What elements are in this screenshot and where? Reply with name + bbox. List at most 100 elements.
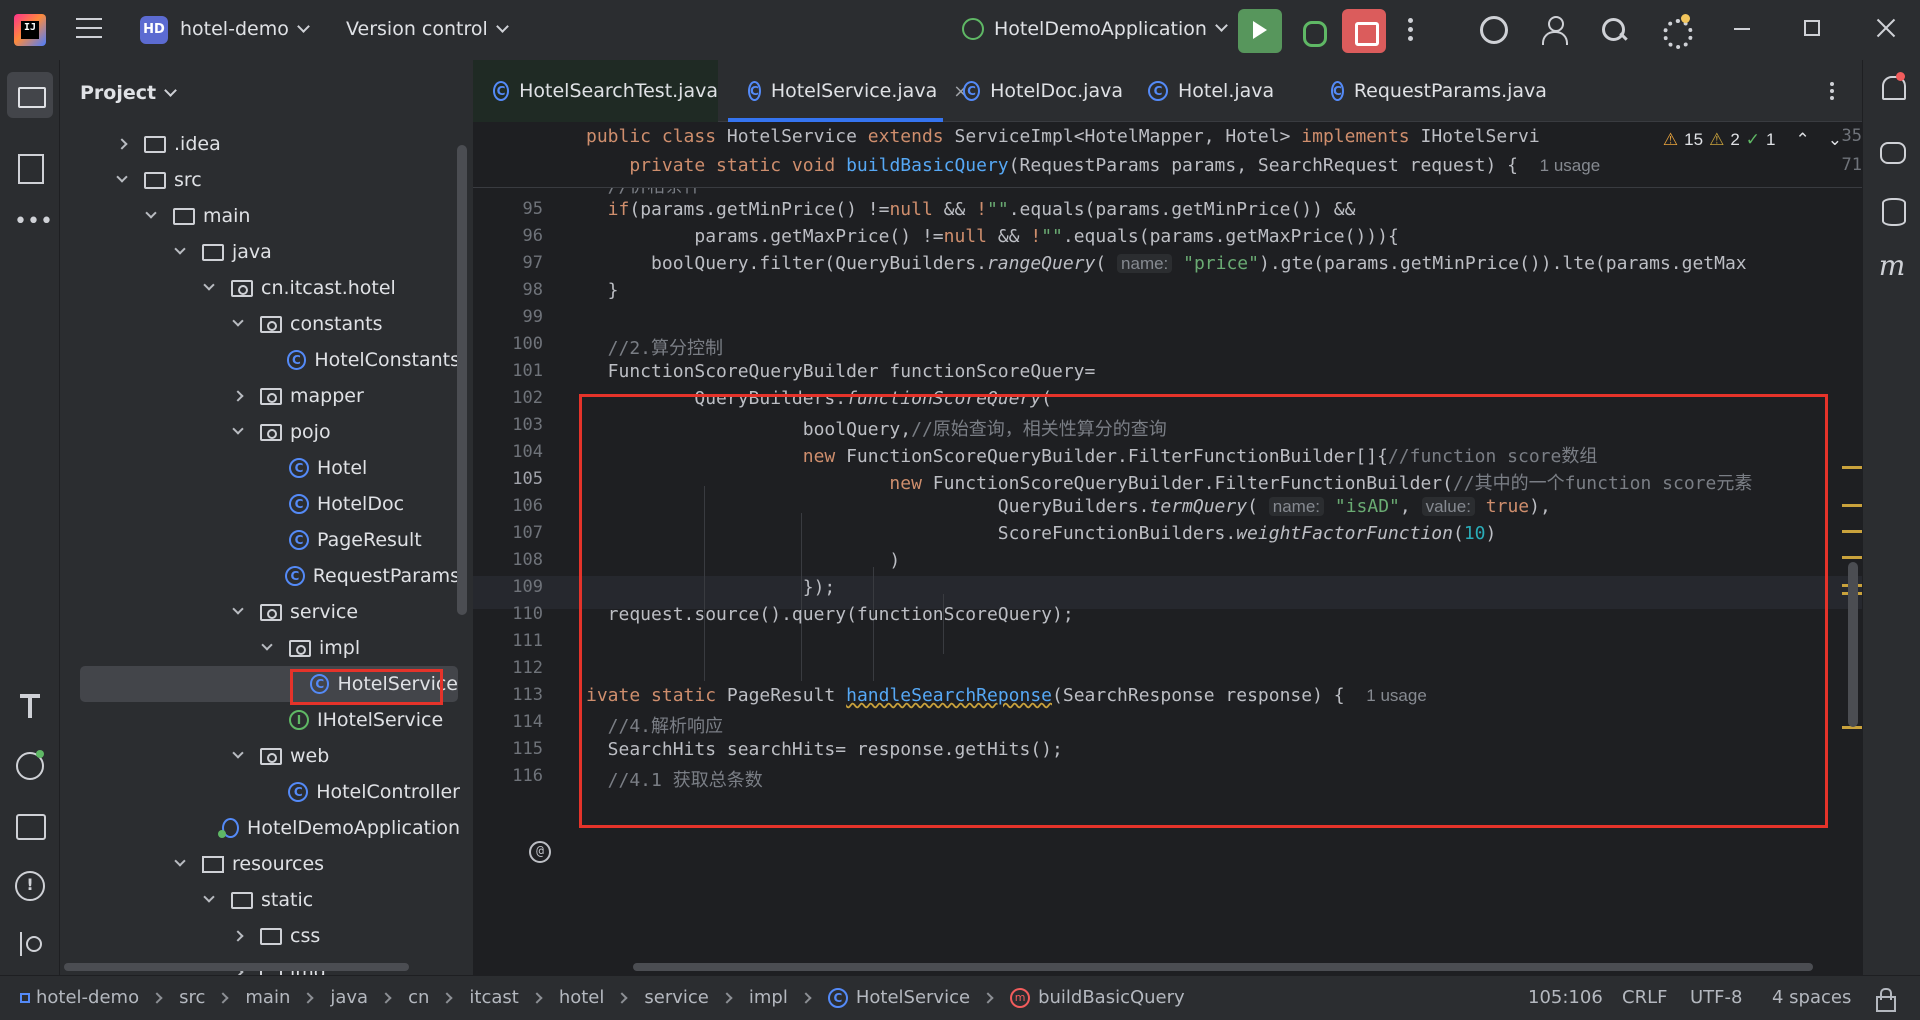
- ai-assistant-icon[interactable]: [1480, 16, 1508, 44]
- scroll-marker[interactable]: [1842, 530, 1862, 533]
- scroll-marker[interactable]: [1842, 466, 1862, 469]
- debug-button[interactable]: [1290, 9, 1334, 53]
- tree-item[interactable]: I IHotelService: [60, 702, 460, 738]
- minimize-window-button[interactable]: [1734, 28, 1750, 30]
- version-control-menu[interactable]: Version control: [346, 18, 509, 40]
- breadcrumb-item[interactable]: java: [330, 987, 368, 1008]
- project-badge[interactable]: HD: [140, 16, 168, 44]
- search-icon[interactable]: [1600, 16, 1628, 44]
- project-tree-scrollbar[interactable]: [457, 145, 467, 615]
- breadcrumb-item[interactable]: impl: [749, 987, 788, 1008]
- lock-icon[interactable]: [1874, 988, 1896, 1012]
- close-window-button[interactable]: [1874, 16, 1898, 40]
- tree-item[interactable]: C Hotel: [60, 450, 460, 486]
- editor-tab[interactable]: C Hotel.java: [1128, 60, 1308, 122]
- editor-tab[interactable]: C HotelService.java ×: [728, 60, 968, 122]
- project-selector[interactable]: hotel-demo: [180, 18, 310, 40]
- chevron-right-icon[interactable]: [116, 138, 128, 150]
- tab-actions-icon[interactable]: [1830, 82, 1834, 103]
- tree-item[interactable]: src: [60, 162, 460, 198]
- tree-item[interactable]: C HotelDoc: [60, 486, 460, 522]
- tree-item[interactable]: impl: [60, 630, 460, 666]
- chevron-down-icon[interactable]: [203, 279, 215, 291]
- tree-item[interactable]: static: [60, 882, 460, 918]
- more-actions-icon[interactable]: [1408, 18, 1414, 45]
- sticky-code-line[interactable]: private static void buildBasicQuery(Requ…: [586, 155, 1600, 188]
- breadcrumb-item[interactable]: cn: [408, 987, 429, 1008]
- run-configuration-selector[interactable]: HotelDemoApplication: [962, 18, 1228, 40]
- caret-position[interactable]: 105:106: [1528, 987, 1603, 1008]
- notifications-bell-icon[interactable]: [1878, 72, 1906, 100]
- breadcrumb-item[interactable]: hotel: [559, 987, 605, 1008]
- chevron-down-icon[interactable]: [174, 243, 186, 255]
- breadcrumb-item[interactable]: src: [179, 987, 205, 1008]
- annotation-at-icon[interactable]: @: [529, 841, 551, 863]
- scroll-marker[interactable]: [1842, 504, 1862, 507]
- tree-item[interactable]: pojo: [60, 414, 460, 450]
- main-menu-icon[interactable]: [76, 18, 102, 40]
- services-tool-icon[interactable]: [14, 750, 46, 782]
- tree-item[interactable]: C PageResult: [60, 522, 460, 558]
- project-panel-header[interactable]: Project: [80, 82, 177, 104]
- restore-window-button[interactable]: [1804, 20, 1820, 36]
- database-icon[interactable]: [1878, 196, 1906, 226]
- tree-item[interactable]: service: [60, 594, 460, 630]
- project-tool-icon[interactable]: [7, 72, 53, 118]
- editor-vertical-scrollbar[interactable]: [1848, 562, 1858, 727]
- chevron-down-icon[interactable]: [232, 747, 244, 759]
- chevron-down-icon[interactable]: [174, 855, 186, 867]
- tree-item[interactable]: C RequestParams: [60, 558, 460, 594]
- chevron-right-icon[interactable]: [232, 390, 244, 402]
- editor-horizontal-scrollbar[interactable]: [633, 963, 1813, 971]
- line-separator[interactable]: CRLF: [1622, 987, 1667, 1008]
- tree-item[interactable]: resources: [60, 846, 460, 882]
- tree-item[interactable]: constants: [60, 306, 460, 342]
- chevron-down-icon[interactable]: [232, 423, 244, 435]
- chevron-down-icon[interactable]: [145, 207, 157, 219]
- next-highlight-icon[interactable]: ⌄: [1828, 130, 1842, 150]
- ai-chat-icon[interactable]: [1878, 138, 1906, 166]
- maven-icon[interactable]: m: [1878, 252, 1906, 280]
- chevron-right-icon[interactable]: [232, 930, 244, 942]
- build-tool-icon[interactable]: [14, 690, 46, 722]
- file-encoding[interactable]: UTF-8: [1690, 987, 1742, 1008]
- scroll-marker[interactable]: [1842, 556, 1862, 559]
- tree-item[interactable]: cn.itcast.hotel: [60, 270, 460, 306]
- breadcrumb-item[interactable]: service: [644, 987, 708, 1008]
- problems-tool-icon[interactable]: [14, 870, 46, 902]
- editor-tab[interactable]: C RequestParams.java: [1311, 60, 1547, 122]
- tree-item[interactable]: HotelDemoApplication: [60, 810, 460, 846]
- breadcrumb-item[interactable]: itcast: [469, 987, 518, 1008]
- project-tree-horizontal-scrollbar[interactable]: [64, 963, 409, 971]
- chevron-down-icon[interactable]: [261, 639, 273, 651]
- terminal-tool-icon[interactable]: [14, 810, 46, 842]
- chevron-down-icon[interactable]: [116, 171, 128, 183]
- tree-item[interactable]: mapper: [60, 378, 460, 414]
- tree-item[interactable]: C HotelController: [60, 774, 460, 810]
- stop-button[interactable]: [1342, 9, 1386, 53]
- editor-tab[interactable]: C HotelSearchTest.java: [473, 60, 718, 122]
- breadcrumb-item[interactable]: HotelService: [856, 987, 970, 1008]
- tree-item[interactable]: main: [60, 198, 460, 234]
- tree-item[interactable]: css: [60, 918, 460, 954]
- chevron-down-icon[interactable]: [232, 603, 244, 615]
- inspection-widget[interactable]: ⚠ 15 ⚠ 2 ✓ 1 ⌃ ⌄: [1663, 130, 1842, 150]
- tree-item[interactable]: C HotelConstants: [60, 342, 460, 378]
- chevron-down-icon[interactable]: [232, 315, 244, 327]
- rerun-button[interactable]: [1238, 9, 1282, 53]
- sticky-lines-header[interactable]: 35 public class HotelService extends Serv…: [473, 122, 1862, 188]
- intellij-logo-icon[interactable]: IJ: [14, 14, 46, 46]
- usage-hint[interactable]: 1 usage: [1540, 156, 1601, 175]
- settings-gear-icon[interactable]: [1660, 14, 1693, 49]
- breadcrumb-item[interactable]: hotel-demo: [36, 987, 139, 1008]
- tree-item[interactable]: .idea: [60, 126, 460, 162]
- breadcrumb-item[interactable]: buildBasicQuery: [1038, 987, 1185, 1008]
- more-tools-icon[interactable]: •••: [14, 211, 53, 244]
- indent-setting[interactable]: 4 spaces: [1772, 987, 1851, 1008]
- structure-tool-icon[interactable]: [14, 152, 46, 184]
- breadcrumb-item[interactable]: main: [245, 987, 290, 1008]
- tree-item[interactable]: web: [60, 738, 460, 774]
- editor-tab[interactable]: C HotelDoc.java: [943, 60, 1123, 122]
- tree-item[interactable]: java: [60, 234, 460, 270]
- previous-highlight-icon[interactable]: ⌃: [1796, 130, 1810, 150]
